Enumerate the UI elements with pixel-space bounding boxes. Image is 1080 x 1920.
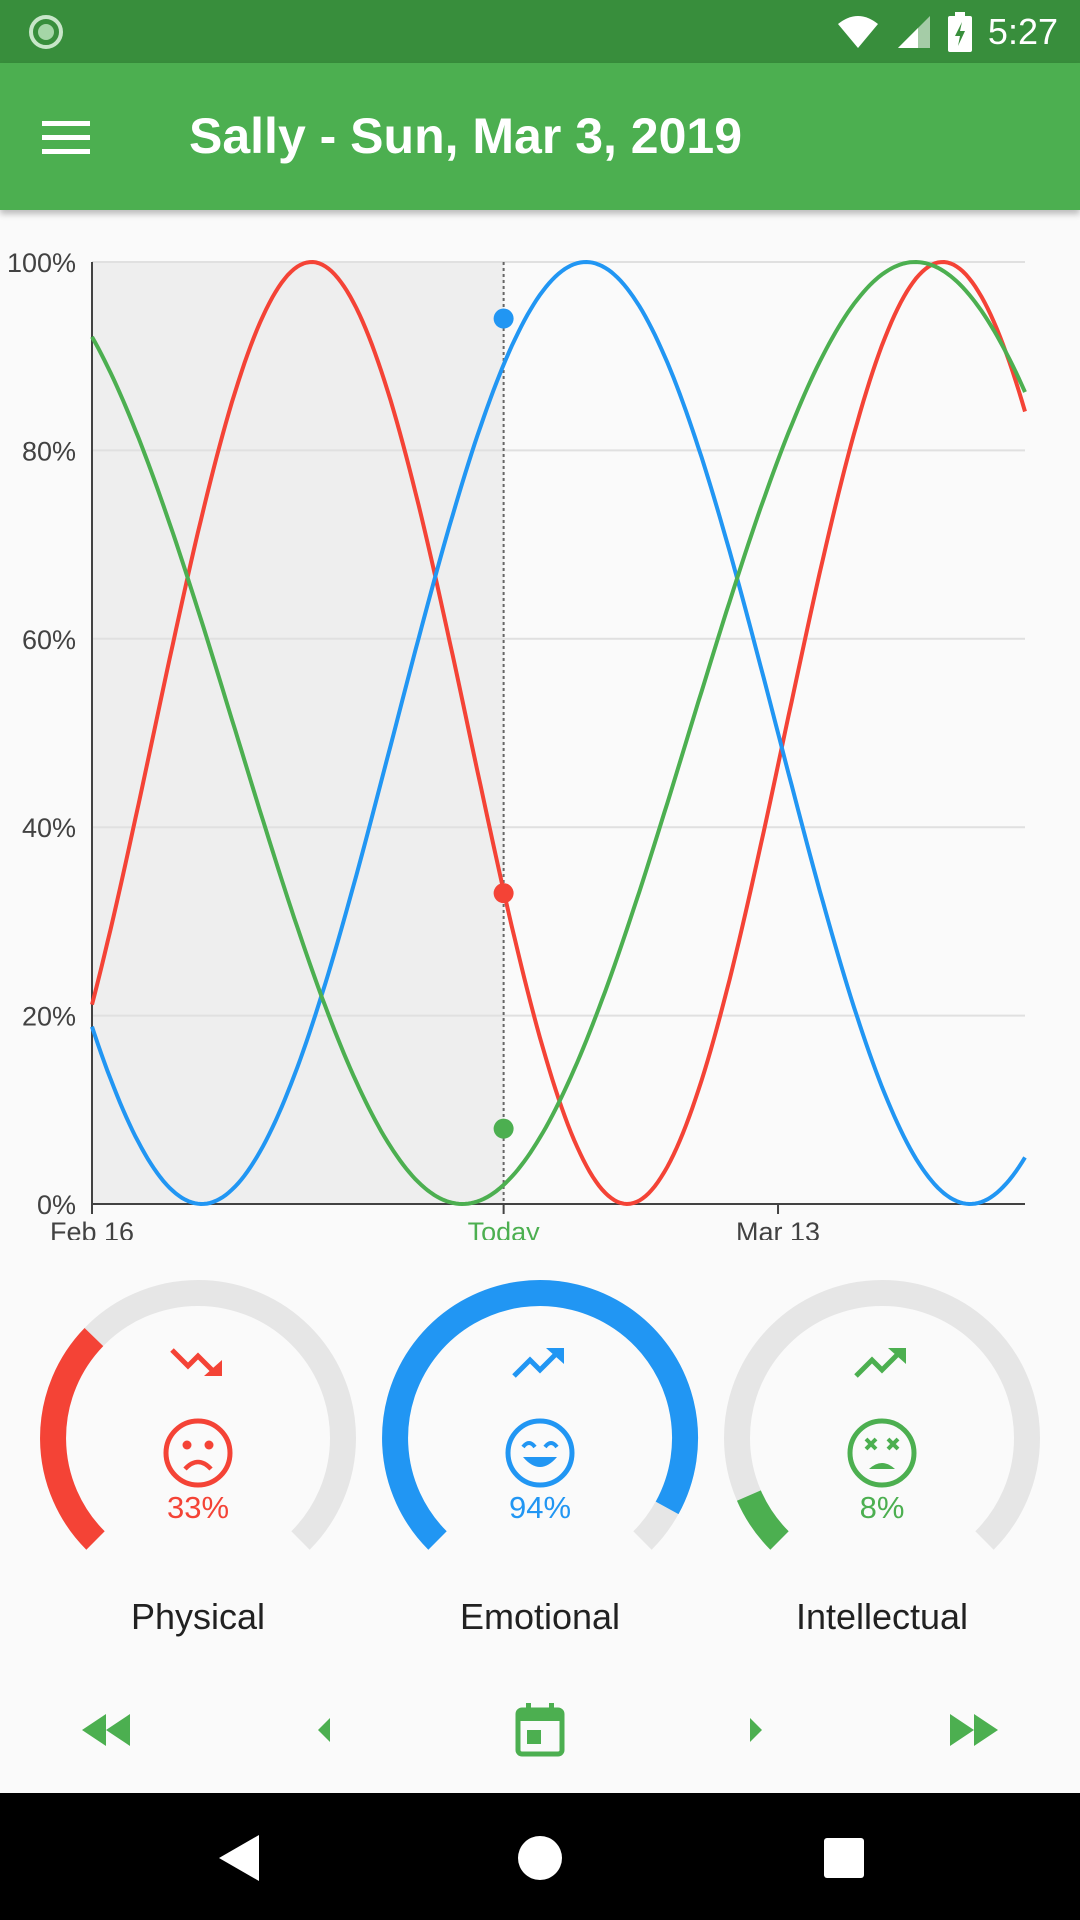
y-tick-label: 100% (7, 248, 76, 278)
gauge-label-emotional: Emotional (459, 1596, 621, 1637)
today-point-emotional (493, 308, 514, 329)
physical-gauge-ring: 33% (40, 1280, 356, 1550)
menu-icon[interactable] (40, 111, 92, 163)
next-day-button[interactable] (716, 1690, 796, 1770)
app-bar: Sally - Sun, Mar 3, 2019 (0, 63, 1080, 210)
next-icon (750, 1718, 762, 1742)
x-tick-label: Mar 13 (736, 1217, 820, 1240)
wifi-icon (837, 16, 878, 48)
gauge-value: 33% (167, 1490, 229, 1525)
home-icon[interactable] (505, 1823, 575, 1893)
fast-forward-button[interactable] (934, 1690, 1014, 1770)
gauge-physical[interactable]: 33% Physical (28, 1270, 368, 1650)
y-tick-label: 0% (37, 1190, 76, 1220)
sad-face-icon (163, 1418, 233, 1488)
dizzy-face-icon (847, 1418, 917, 1488)
trending-up-icon (854, 1348, 906, 1378)
status-bar: 5:27 (0, 0, 1080, 63)
notification-icon (29, 15, 63, 49)
recents-icon[interactable] (809, 1823, 879, 1893)
gauge-value: 8% (860, 1490, 905, 1525)
date-navigation (0, 1690, 1080, 1770)
y-tick-label: 60% (22, 625, 76, 655)
today-button[interactable] (500, 1690, 580, 1770)
y-tick-label: 40% (22, 813, 76, 843)
trending-up-icon (512, 1348, 564, 1378)
y-tick-label: 20% (22, 1002, 76, 1032)
gauge-label-physical: Physical (130, 1596, 266, 1637)
chart-svg[interactable]: 0% 20% 40% 60% 80% 100% Feb 16 Today Mar 13 (0, 230, 1080, 1247)
gauge-value: 94% (509, 1490, 571, 1525)
gauge-fill (40, 1328, 105, 1550)
intellectual-gauge-ring: 8% (724, 1280, 1040, 1550)
status-time: 5:27 (987, 11, 1058, 52)
system-navigation-bar (0, 1793, 1080, 1920)
fast-forward-icon (950, 1714, 998, 1746)
fast-rewind-icon (82, 1714, 130, 1746)
gauge-emotional[interactable]: 94% Emotional (370, 1270, 710, 1650)
happy-face-icon (505, 1418, 575, 1488)
gauge-fill (736, 1490, 789, 1550)
y-tick-label: 80% (22, 436, 76, 466)
previous-icon (318, 1718, 330, 1742)
biorhythm-chart[interactable]: 0% 20% 40% 60% 80% 100% Feb 16 Today Mar 13 (0, 230, 1080, 1247)
battery-charging-icon (947, 12, 972, 52)
fast-rewind-button[interactable] (66, 1690, 146, 1770)
trending-down-icon (170, 1348, 222, 1376)
gauges-row: 33% Physical 94% Emotional 8% Intellectu… (0, 1270, 1080, 1650)
today-point-intellectual (493, 1118, 514, 1139)
x-tick-label: Feb 16 (50, 1217, 134, 1240)
gauge-intellectual[interactable]: 8% Intellectual (712, 1270, 1052, 1650)
previous-day-button[interactable] (284, 1690, 364, 1770)
emotional-gauge-ring: 94% (382, 1280, 699, 1550)
calendar-today-icon (515, 1703, 565, 1757)
gauge-label-intellectual: Intellectual (795, 1596, 969, 1637)
back-icon[interactable] (203, 1823, 273, 1893)
page-title: Sally - Sun, Mar 3, 2019 (189, 108, 743, 164)
cell-signal-icon (897, 16, 930, 48)
x-tick-label: Today (468, 1217, 541, 1240)
today-point-physical (493, 883, 514, 904)
